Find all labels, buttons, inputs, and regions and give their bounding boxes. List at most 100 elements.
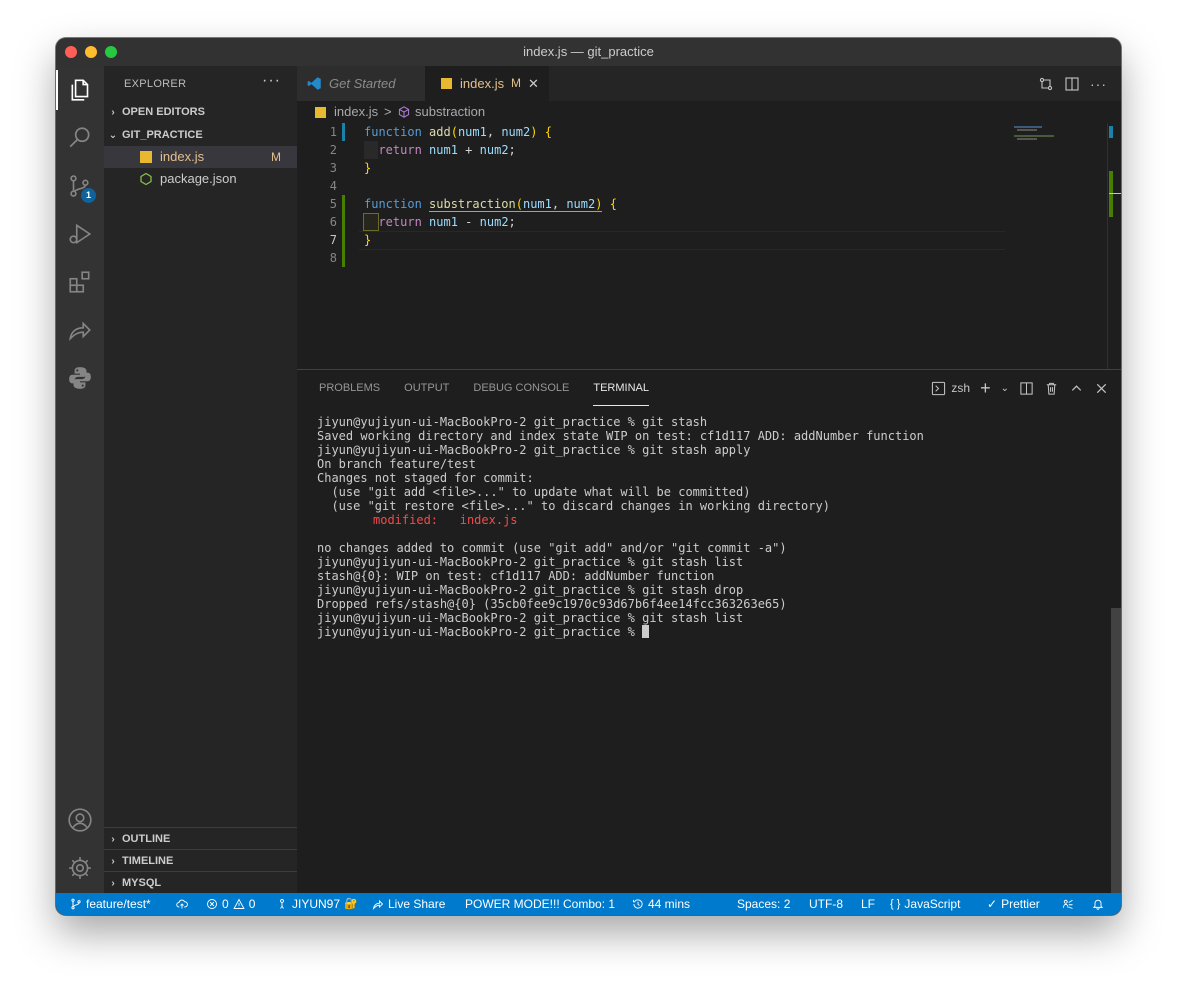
encoding-status[interactable]: UTF-8: [809, 893, 843, 915]
live-share-icon: [372, 899, 384, 910]
extensions-icon[interactable]: [56, 262, 104, 302]
zoom-window-button[interactable]: [105, 46, 117, 58]
tab-get-started[interactable]: Get Started: [297, 66, 425, 101]
more-actions-icon[interactable]: ···: [1090, 76, 1107, 92]
line-number: 8: [329, 251, 337, 265]
new-terminal-icon[interactable]: +: [980, 379, 991, 397]
terminal-line: stash@{0}: WIP on test: cf1d117 ADD: add…: [317, 569, 715, 583]
project-folder-section[interactable]: ⌄ GIT_PRACTICE: [104, 124, 297, 146]
language-status[interactable]: { } JavaScript: [890, 893, 960, 915]
problems-status[interactable]: 0 0: [206, 893, 255, 915]
tab-problems[interactable]: PROBLEMS: [319, 370, 380, 405]
indentation-status[interactable]: Spaces: 2: [737, 893, 790, 915]
sync-status[interactable]: [176, 893, 188, 915]
source-control-icon[interactable]: 1: [56, 166, 104, 206]
branch-name: feature/test*: [86, 897, 151, 911]
notifications-status[interactable]: [1092, 893, 1104, 915]
chevron-down-icon[interactable]: ⌄: [1001, 383, 1009, 394]
search-icon[interactable]: [56, 118, 104, 158]
error-count: 0: [222, 897, 229, 911]
window-title: index.js — git_practice: [523, 44, 654, 59]
eol-status[interactable]: LF: [861, 893, 875, 915]
file-package-json[interactable]: package.json: [104, 168, 297, 190]
terminal-line: Dropped refs/stash@{0} (35cb0fee9c1970c9…: [317, 597, 787, 611]
terminal-line: On branch feature/test: [317, 457, 476, 471]
trash-icon[interactable]: [1044, 381, 1059, 396]
breadcrumb-separator: >: [384, 104, 392, 119]
modified-file: index.js: [459, 513, 518, 527]
gutter-modified-marker: [342, 123, 345, 141]
timeline-section[interactable]: › TIMELINE: [104, 849, 297, 872]
outline-section[interactable]: › OUTLINE: [104, 827, 297, 850]
live-share-status[interactable]: Live Share: [372, 893, 445, 915]
settings-gear-icon[interactable]: [56, 848, 104, 888]
tab-debug-console[interactable]: DEBUG CONSOLE: [473, 370, 569, 405]
run-debug-icon[interactable]: [56, 214, 104, 254]
python-icon[interactable]: [56, 358, 104, 398]
breadcrumb-symbol[interactable]: substraction: [415, 101, 485, 123]
tab-output[interactable]: OUTPUT: [404, 370, 449, 405]
panel-actions: zsh + ⌄: [931, 370, 1109, 406]
time-tracker-status[interactable]: 44 mins: [632, 893, 690, 915]
minimap[interactable]: [1009, 123, 1121, 369]
gutter-added-marker: [342, 195, 345, 267]
maximize-panel-icon[interactable]: [1069, 381, 1084, 396]
explorer-title: EXPLORER: [124, 78, 187, 90]
code-editor[interactable]: 1 2 3 4 5 6 7 8 function add(num1, num2)…: [297, 123, 1121, 369]
terminal-line: jiyun@yujiyun-ui-MacBookPro-2 git_practi…: [317, 611, 744, 625]
branch-status[interactable]: feature/test*: [70, 893, 151, 915]
chevron-right-icon: ›: [111, 834, 115, 845]
title-bar: index.js — git_practice: [56, 38, 1121, 66]
cloud-upload-icon: [176, 899, 188, 909]
editor-actions: ···: [1038, 66, 1107, 101]
line-number-current: 7: [329, 233, 337, 247]
power-mode-status[interactable]: POWER MODE!!! Combo: 1: [465, 893, 615, 915]
bell-icon: [1092, 899, 1104, 910]
close-tab-icon[interactable]: ✕: [528, 66, 539, 101]
terminal-line: Changes not staged for commit:: [317, 471, 534, 485]
js-file-icon: [315, 107, 326, 118]
modified-indicator: M: [511, 76, 521, 90]
explorer-more-actions-button[interactable]: ···: [262, 72, 281, 90]
live-share-label: Live Share: [388, 897, 446, 911]
file-index-js[interactable]: index.js M: [104, 146, 297, 168]
breadcrumb: index.js > substraction: [297, 101, 1121, 123]
close-window-button[interactable]: [65, 46, 77, 58]
file-name: package.json: [160, 171, 237, 186]
close-panel-icon[interactable]: [1094, 381, 1109, 396]
user-status[interactable]: JIYUN97 🔐: [276, 893, 358, 915]
terminal-line: (use "git add <file>..." to update what …: [317, 485, 751, 499]
js-file-icon: [140, 151, 152, 163]
line-number: 4: [329, 179, 337, 193]
breadcrumb-file[interactable]: index.js: [334, 101, 378, 123]
open-editors-section[interactable]: › OPEN EDITORS: [104, 101, 297, 123]
open-changes-icon[interactable]: [1038, 76, 1054, 92]
account-icon[interactable]: [56, 800, 104, 840]
terminal-line: jiyun@yujiyun-ui-MacBookPro-2 git_practi…: [317, 415, 708, 429]
files-icon[interactable]: [56, 70, 104, 110]
terminal-shell-selector[interactable]: zsh: [931, 381, 970, 396]
terminal-scrollbar[interactable]: [1111, 608, 1121, 894]
activity-bar: 1: [56, 66, 104, 893]
split-editor-icon[interactable]: [1064, 76, 1080, 92]
split-terminal-icon[interactable]: [1019, 381, 1034, 396]
feedback-status[interactable]: [1062, 893, 1074, 915]
history-icon: [633, 899, 643, 909]
mysql-section[interactable]: › MYSQL: [104, 871, 297, 894]
chevron-right-icon: ›: [111, 107, 115, 118]
code-line-5: function substraction(num1, num2) {: [364, 197, 617, 212]
language-label: JavaScript: [904, 897, 961, 911]
minimize-window-button[interactable]: [85, 46, 97, 58]
formatter-label: Prettier: [1001, 897, 1040, 911]
tab-index-js[interactable]: index.js M ✕: [425, 66, 549, 101]
tab-terminal[interactable]: TERMINAL: [593, 370, 649, 406]
terminal-line: Saved working directory and index state …: [317, 429, 924, 443]
terminal-output[interactable]: jiyun@yujiyun-ui-MacBookPro-2 git_practi…: [317, 415, 1107, 639]
formatter-status[interactable]: ✓ Prettier: [987, 893, 1040, 915]
mysql-label: MYSQL: [122, 877, 162, 889]
line-number: 6: [329, 215, 337, 229]
terminal-icon: [932, 381, 946, 395]
terminal-line: (use "git restore <file>..." to discard …: [317, 499, 830, 513]
modified-label: modified:: [373, 513, 439, 527]
live-share-icon[interactable]: [56, 310, 104, 350]
